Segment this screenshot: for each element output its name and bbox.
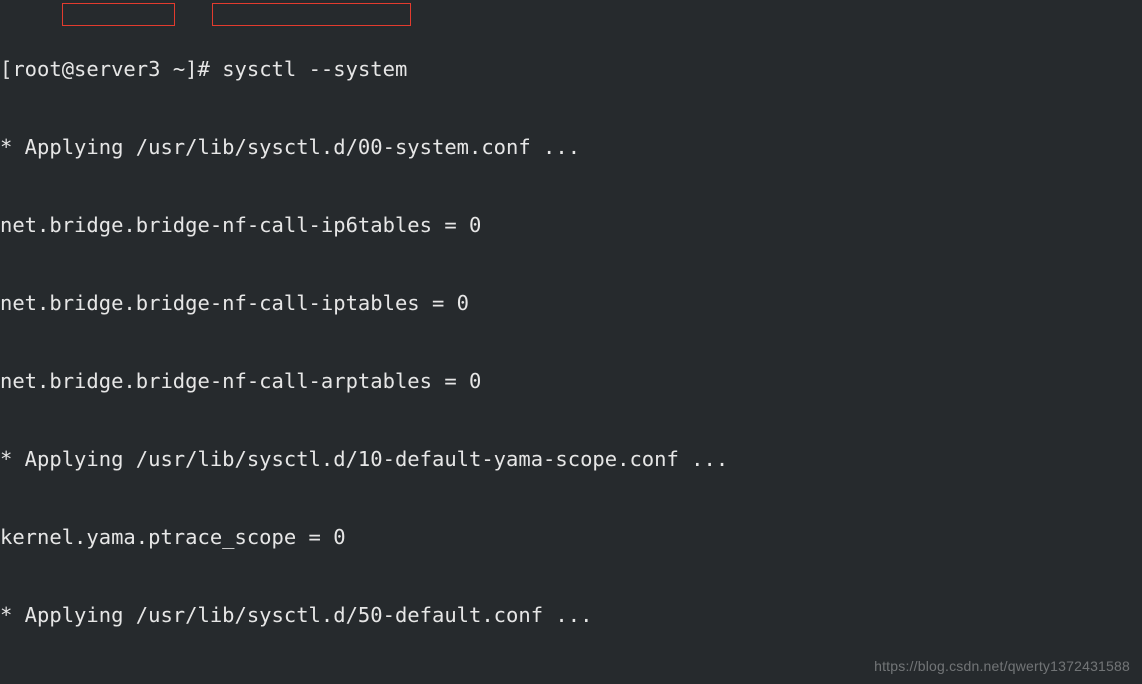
watermark-text: https://blog.csdn.net/qwerty1372431588 — [874, 658, 1130, 674]
prompt-prefix: [root — [0, 57, 62, 81]
output-line: kernel.sysrq = 16 — [0, 680, 1142, 684]
highlight-box-host — [62, 3, 175, 26]
output-line: * Applying /usr/lib/sysctl.d/00-system.c… — [0, 134, 1142, 160]
output-line: net.bridge.bridge-nf-call-ip6tables = 0 — [0, 212, 1142, 238]
output-line: kernel.yama.ptrace_scope = 0 — [0, 524, 1142, 550]
output-line: * Applying /usr/lib/sysctl.d/50-default.… — [0, 602, 1142, 628]
prompt-host: @server3 — [62, 57, 173, 81]
output-line: net.bridge.bridge-nf-call-arptables = 0 — [0, 368, 1142, 394]
output-line: * Applying /usr/lib/sysctl.d/10-default-… — [0, 446, 1142, 472]
command-1: sysctl --system — [222, 57, 407, 81]
highlight-box-command — [212, 3, 411, 26]
output-line: net.bridge.bridge-nf-call-iptables = 0 — [0, 290, 1142, 316]
prompt-line-1: [root@server3 ~]# sysctl --system — [0, 56, 1142, 82]
terminal-output[interactable]: [root@server3 ~]# sysctl --system * Appl… — [0, 0, 1142, 684]
prompt-suffix: ~]# — [173, 57, 222, 81]
